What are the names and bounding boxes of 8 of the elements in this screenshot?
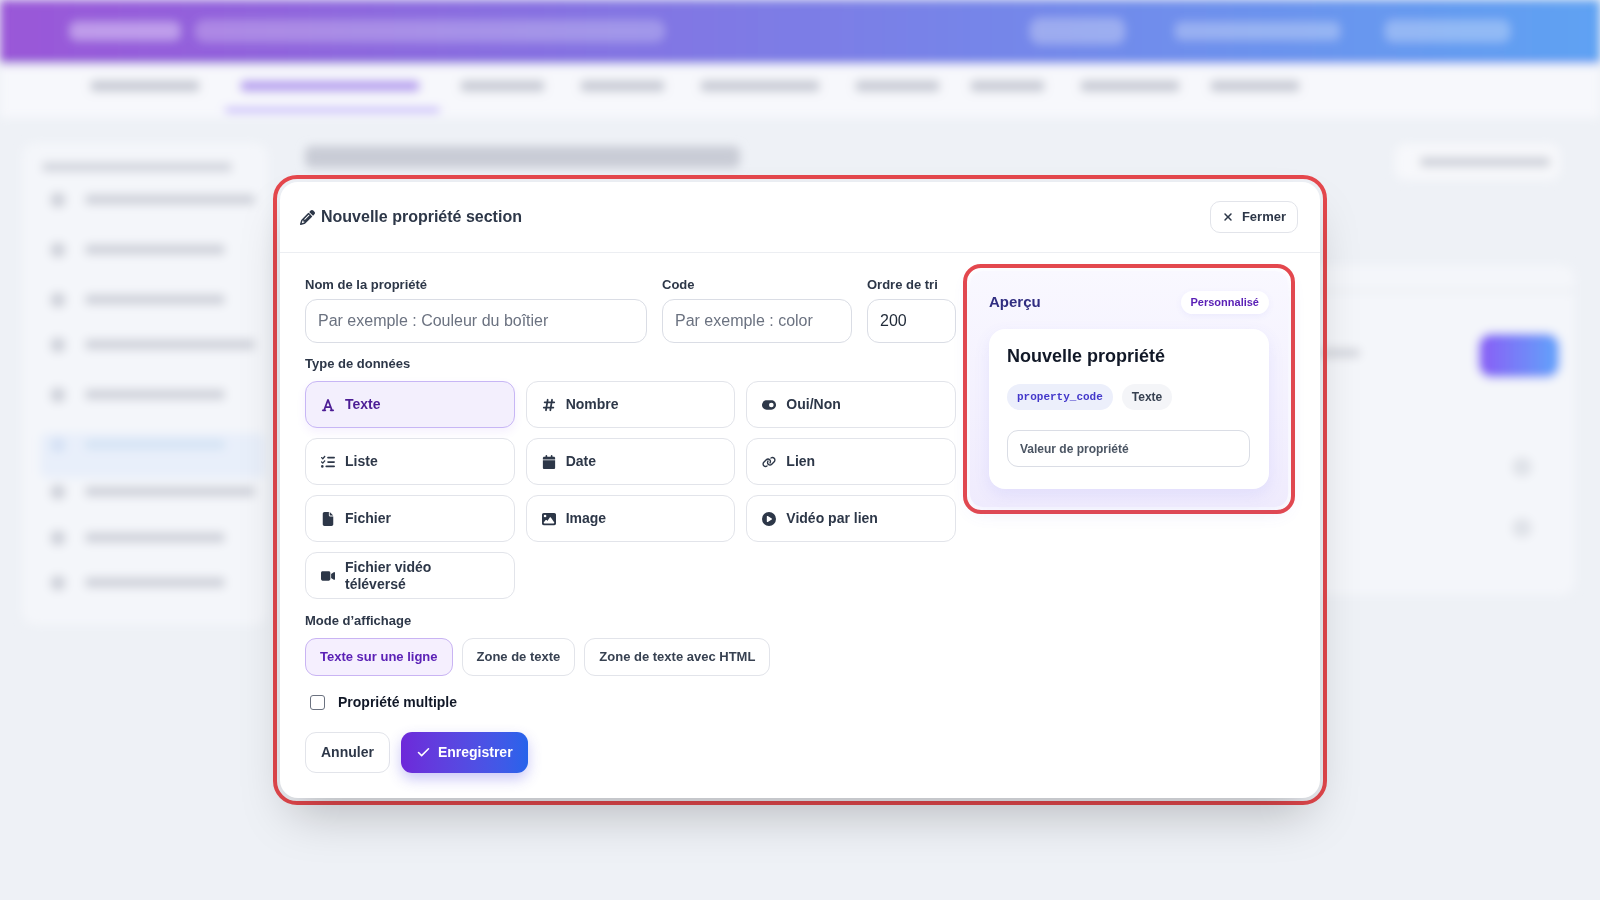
display-mode-option[interactable]: Zone de texte — [461, 638, 576, 676]
display-mode-option[interactable]: Texte sur une ligne — [305, 638, 453, 676]
save-button[interactable]: Enregistrer — [400, 732, 528, 773]
checkbox[interactable] — [310, 694, 325, 710]
display-mode-option[interactable]: Zone de texte avec HTML — [584, 638, 771, 676]
checkbox-label: Propriété multiple — [338, 692, 458, 712]
section-label: Mode d’affichage — [305, 613, 413, 629]
cancel-button[interactable]: Annuler — [305, 732, 390, 773]
